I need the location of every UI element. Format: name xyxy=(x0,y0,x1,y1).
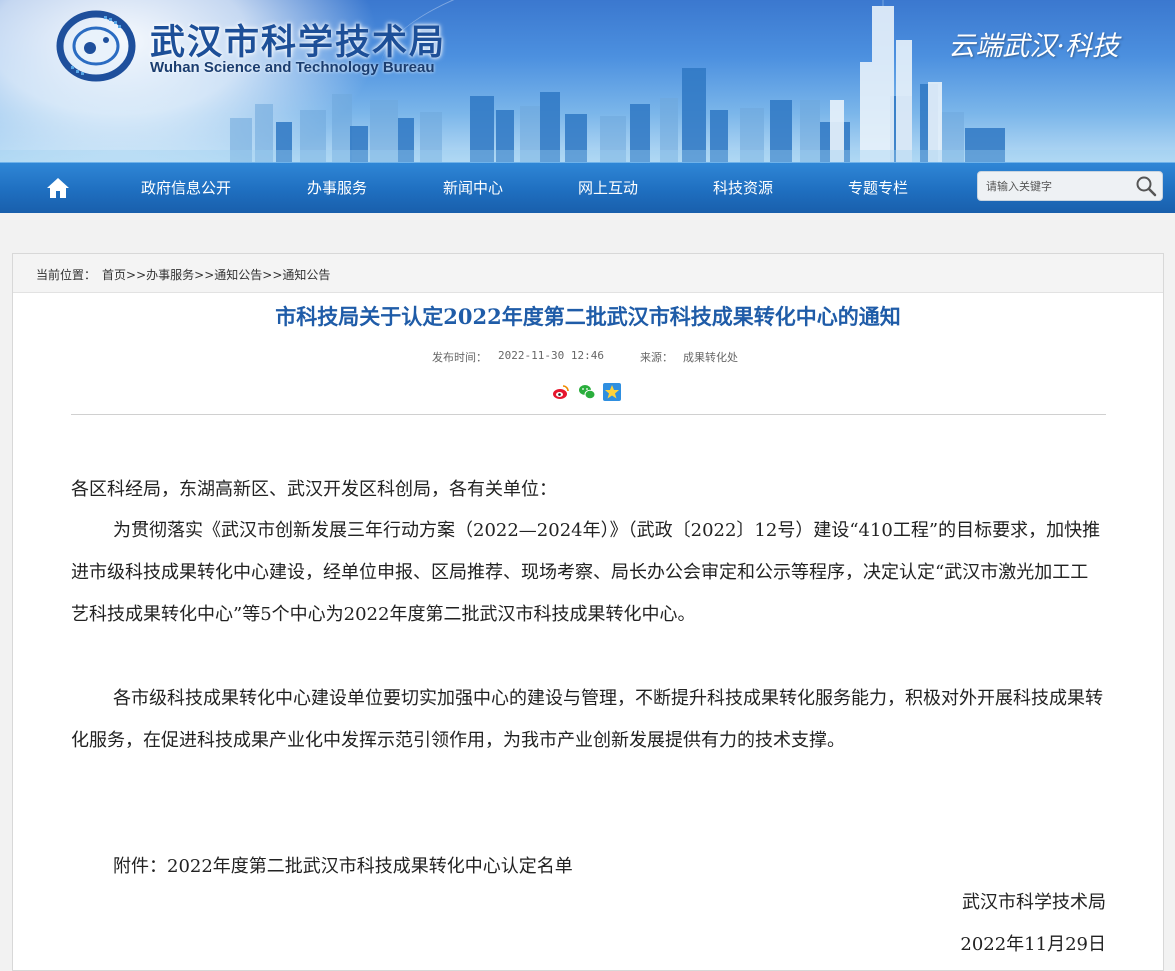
slogan: 云端武汉·科技 xyxy=(948,31,1119,62)
breadcrumb: 当前位置： 首页>>办事服务>>通知公告>>通知公告 xyxy=(13,254,1163,293)
nav-item-gov-info[interactable]: 政府信息公开 xyxy=(141,163,231,213)
breadcrumb-separator: >> xyxy=(194,268,215,282)
document-date: 2022年11月29日 xyxy=(960,934,1106,955)
salutation: 各区科经局，东湖高新区、武汉开发区科创局，各有关单位： xyxy=(71,479,557,500)
publish-time: 2022-11-30 12:46 xyxy=(498,349,604,362)
breadcrumb-links: 首页>>办事服务>>通知公告>>通知公告 xyxy=(102,266,330,283)
nav-item-resources[interactable]: 科技资源 xyxy=(713,163,773,213)
header-banner: 武汉市科学技术局 Wuhan Science and Technology Bu… xyxy=(0,0,1175,162)
breadcrumb-label: 当前位置： xyxy=(36,268,97,282)
signature: 武汉市科学技术局 xyxy=(962,892,1106,913)
weibo-icon[interactable] xyxy=(552,383,570,401)
breadcrumb-separator: >> xyxy=(262,268,283,282)
wechat-icon[interactable] xyxy=(578,383,596,401)
breadcrumb-current[interactable]: 通知公告 xyxy=(282,268,330,282)
qzone-icon[interactable] xyxy=(603,383,621,401)
breadcrumb-notices[interactable]: 通知公告 xyxy=(214,268,262,282)
nav-item-topics[interactable]: 专题专栏 xyxy=(848,163,908,213)
divider xyxy=(71,414,1106,415)
site-title-english: Wuhan Science and Technology Bureau xyxy=(150,59,435,76)
breadcrumb-separator: >> xyxy=(126,268,147,282)
paragraph: 各市级科技成果转化中心建设单位要切实加强中心的建设与管理，不断提升科技成果转化服… xyxy=(71,688,1103,751)
paragraph: 为贯彻落实《武汉市创新发展三年行动方案（2022—2024年）》（武政〔2022… xyxy=(71,520,1101,625)
home-icon[interactable] xyxy=(46,177,70,199)
search-icon[interactable] xyxy=(1134,175,1158,197)
publish-label: 发布时间： xyxy=(432,351,487,364)
search-input[interactable] xyxy=(986,176,1126,196)
nav-item-interaction[interactable]: 网上互动 xyxy=(578,163,638,213)
site-title: 武汉市科学技术局 xyxy=(150,23,447,63)
attachment-link[interactable]: 附件：2022年度第二批武汉市科技成果转化中心认定名单 xyxy=(71,846,1106,888)
source-value: 成果转化处 xyxy=(683,351,738,364)
breadcrumb-home[interactable]: 首页 xyxy=(102,268,126,282)
search-box xyxy=(977,171,1163,201)
nav-item-news[interactable]: 新闻中心 xyxy=(443,163,503,213)
content-panel: 当前位置： 首页>>办事服务>>通知公告>>通知公告 市科技局关于认定2022年… xyxy=(12,253,1164,971)
source-label: 来源： xyxy=(640,351,673,364)
bureau-logo xyxy=(56,10,136,82)
article-title: 市科技局关于认定2022年度第二批武汉市科技成果转化中心的通知 xyxy=(275,304,901,329)
breadcrumb-services[interactable]: 办事服务 xyxy=(146,268,194,282)
nav-item-services[interactable]: 办事服务 xyxy=(307,163,367,213)
